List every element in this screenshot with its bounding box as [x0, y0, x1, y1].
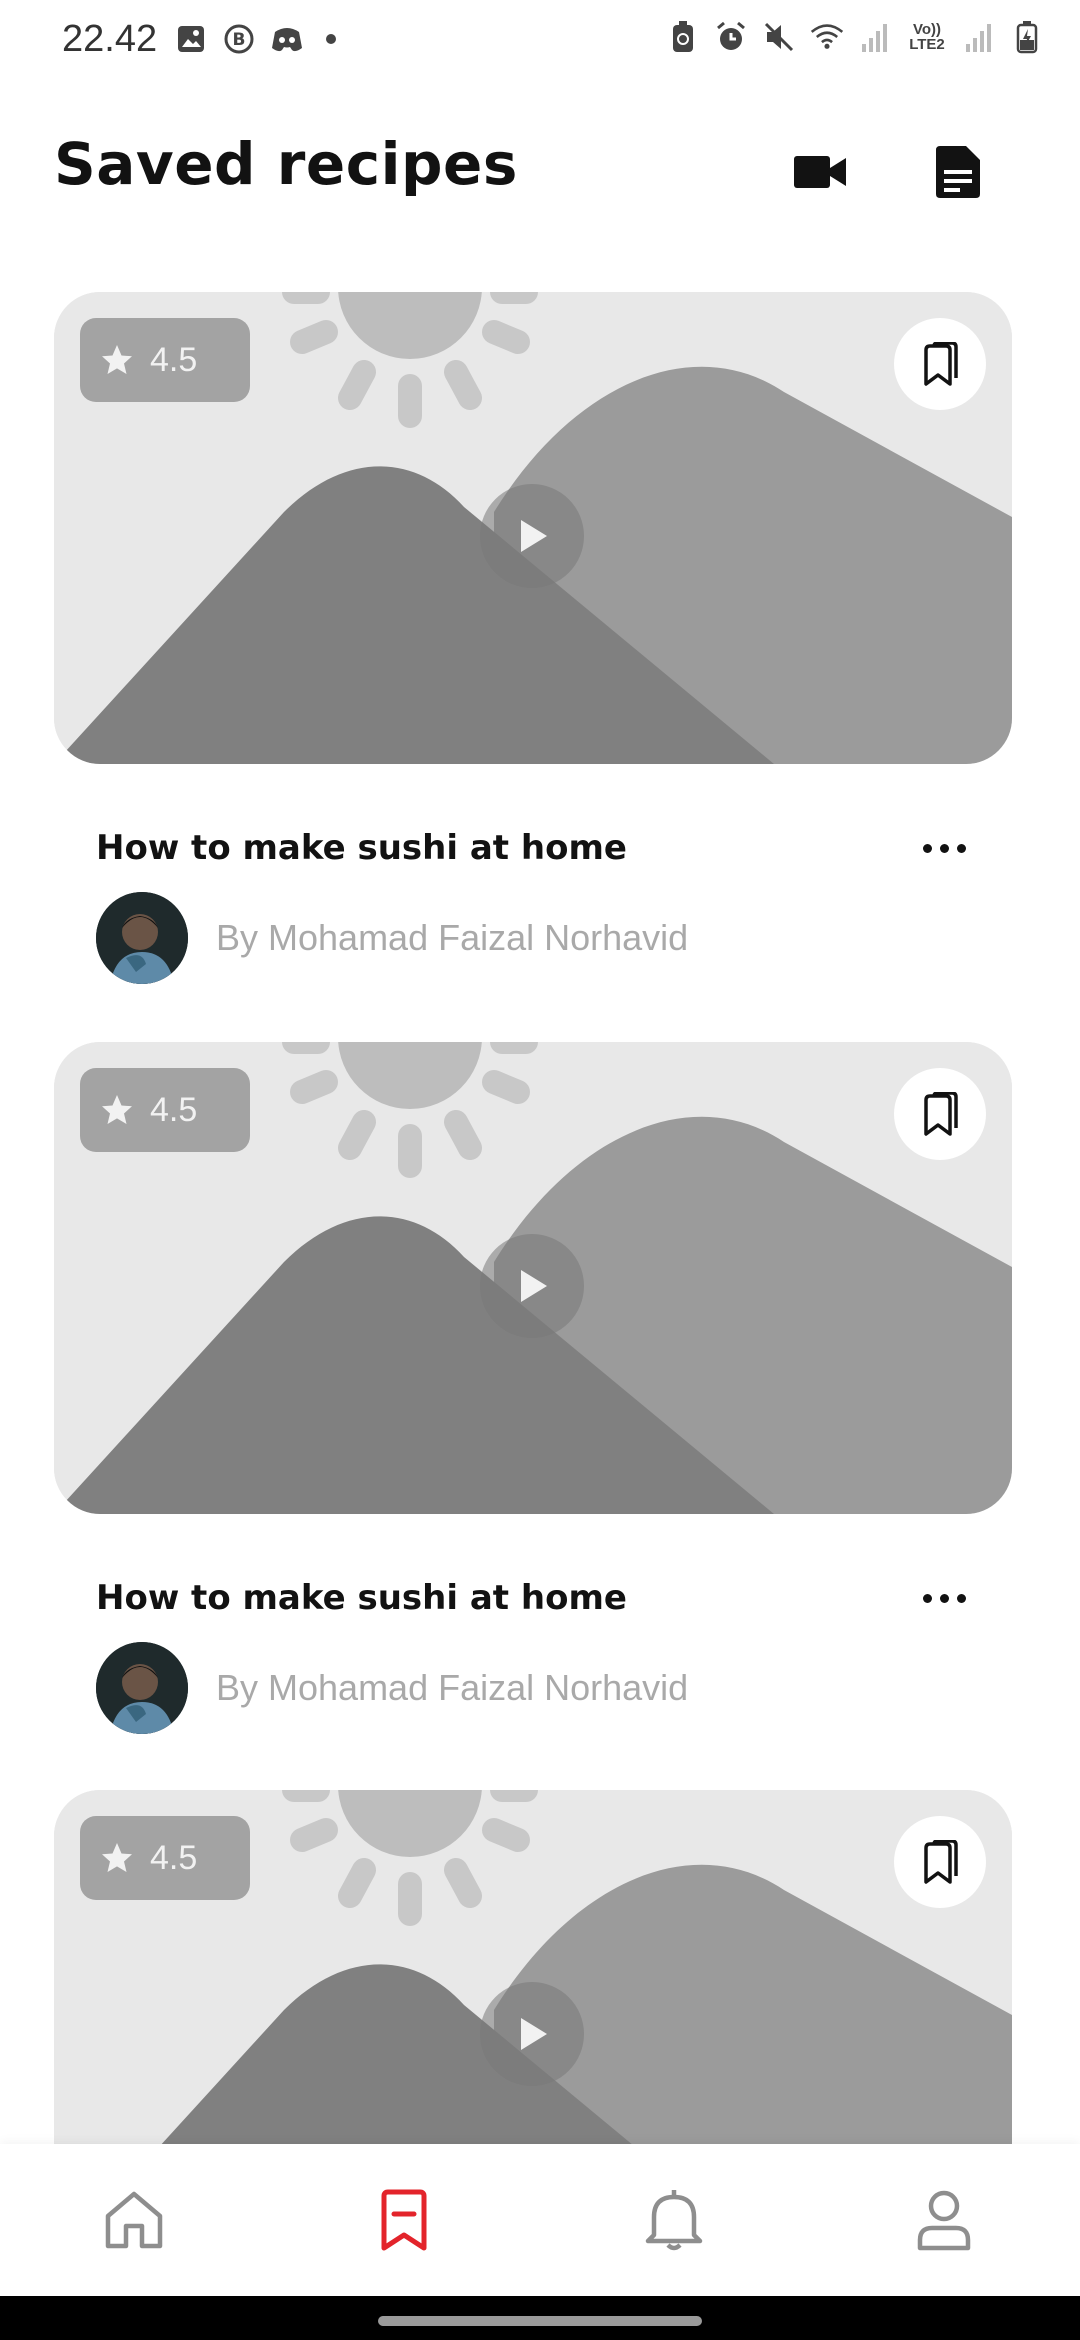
more-options-button[interactable] [914, 836, 974, 860]
bottom-navigation [0, 2144, 1080, 2296]
alarm-icon [714, 20, 748, 54]
status-time: 22.42 [62, 18, 158, 60]
bookmark-button[interactable] [894, 1816, 986, 1908]
svg-text:B: B [233, 30, 246, 50]
recipe-card[interactable]: 4.5 [54, 1790, 1012, 2144]
status-notification-icons: B [174, 22, 336, 56]
mute-icon [762, 20, 796, 54]
bell-icon [645, 2190, 703, 2251]
status-system-icons: Vo)) LTE2 [666, 20, 1044, 54]
recipe-title[interactable]: How to make sushi at home [96, 1578, 627, 1618]
star-icon [102, 345, 132, 374]
author-row[interactable]: By Mohamad Faizal Norhavid [96, 1642, 688, 1734]
nav-profile[interactable] [908, 2184, 980, 2256]
dot-icon [939, 843, 949, 853]
bookmarks-icon [924, 342, 958, 386]
bookmark-icon [381, 2189, 427, 2251]
bookmarks-icon [924, 1840, 958, 1884]
play-icon [521, 520, 547, 552]
recipe-title[interactable]: How to make sushi at home [96, 828, 627, 868]
volte-indicator: Vo)) LTE2 [909, 21, 945, 53]
recipe-thumbnail[interactable]: 4.5 [54, 1042, 1012, 1514]
profile-icon [917, 2190, 971, 2251]
rating-value: 4.5 [150, 340, 198, 379]
discord-icon [270, 22, 304, 56]
dot-icon [956, 843, 966, 853]
more-notifications-dot [326, 34, 336, 44]
star-icon [102, 1095, 132, 1124]
recipe-thumbnail[interactable]: 4.5 [54, 292, 1012, 764]
status-bar: 22.42 B Vo)) LTE2 [0, 0, 1080, 80]
home-icon [105, 2191, 163, 2249]
b-badge-icon: B [222, 22, 256, 56]
play-icon [521, 2018, 547, 2050]
avatar [96, 892, 188, 984]
bookmark-button[interactable] [894, 1068, 986, 1160]
recipe-thumbnail[interactable]: 4.5 [54, 1790, 1012, 2144]
rating-badge: 4.5 [80, 1068, 250, 1152]
signal-1-icon [858, 20, 892, 54]
star-icon [102, 1843, 132, 1872]
gallery-icon [174, 22, 208, 56]
document-icon [936, 146, 980, 198]
page-title: Saved recipes [54, 130, 518, 198]
bookmarks-icon [924, 1092, 958, 1136]
play-button[interactable] [480, 1982, 584, 2086]
author-name: By Mohamad Faizal Norhavid [216, 917, 689, 958]
battery-saver-icon [666, 20, 700, 54]
nav-notifications[interactable] [638, 2184, 710, 2256]
author-name: By Mohamad Faizal Norhavid [216, 1667, 689, 1708]
recipe-card[interactable]: 4.5 How to make sushi at home By Mohamad… [54, 292, 1012, 984]
battery-charging-icon [1010, 20, 1044, 54]
dot-icon [922, 843, 932, 853]
video-icon [794, 156, 846, 188]
play-button[interactable] [480, 1234, 584, 1338]
rating-badge: 4.5 [80, 1816, 250, 1900]
bookmark-button[interactable] [894, 318, 986, 410]
more-options-button[interactable] [914, 1586, 974, 1610]
rating-badge: 4.5 [80, 318, 250, 402]
home-gesture-handle[interactable] [378, 2316, 702, 2326]
play-icon [521, 1270, 547, 1302]
wifi-icon [810, 20, 844, 54]
rating-value: 4.5 [150, 1838, 198, 1877]
dot-icon [939, 1593, 949, 1603]
recipe-card[interactable]: 4.5 How to make sushi at home By Mohamad… [54, 1042, 1012, 1734]
play-button[interactable] [480, 484, 584, 588]
dot-icon [922, 1593, 932, 1603]
author-row[interactable]: By Mohamad Faizal Norhavid [96, 892, 688, 984]
page-header: Saved recipes [54, 120, 1026, 220]
rating-value: 4.5 [150, 1090, 198, 1129]
avatar [96, 1642, 188, 1734]
dot-icon [956, 1593, 966, 1603]
video-filter-button[interactable] [788, 140, 852, 204]
nav-home[interactable] [98, 2184, 170, 2256]
signal-2-icon [962, 20, 996, 54]
nav-saved[interactable] [368, 2184, 440, 2256]
document-filter-button[interactable] [926, 140, 990, 204]
